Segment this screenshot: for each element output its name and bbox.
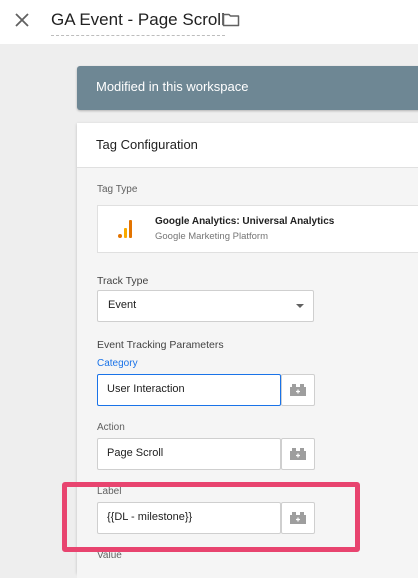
tag-name-title[interactable]: GA Event - Page Scroll	[51, 9, 225, 36]
variable-picker-icon	[290, 448, 306, 460]
category-input[interactable]: User Interaction	[97, 374, 281, 406]
label-value: {{DL - milestone}}	[107, 511, 193, 523]
close-icon[interactable]	[12, 10, 32, 30]
tag-editor-header: GA Event - Page Scroll	[0, 0, 418, 44]
tag-type-selector[interactable]: Google Analytics: Universal Analytics Go…	[97, 205, 418, 253]
tag-configuration-card: Tag Configuration Tag Type Google Analyt…	[77, 123, 418, 578]
track-type-label: Track Type	[97, 275, 149, 287]
label-input[interactable]: {{DL - milestone}}	[97, 502, 281, 534]
tag-type-name: Google Analytics: Universal Analytics	[155, 216, 335, 227]
card-title: Tag Configuration	[96, 137, 198, 152]
dropdown-arrow-icon	[296, 304, 304, 308]
variable-picker-icon	[290, 384, 306, 396]
label-variable-button[interactable]	[281, 502, 315, 534]
action-label: Action	[97, 422, 125, 433]
event-params-heading: Event Tracking Parameters	[97, 339, 224, 351]
folder-icon[interactable]	[222, 11, 240, 29]
google-analytics-icon	[118, 220, 134, 238]
variable-picker-icon	[290, 512, 306, 524]
track-type-value: Event	[108, 299, 137, 311]
tag-type-provider: Google Marketing Platform	[155, 231, 268, 242]
action-input[interactable]: Page Scroll	[97, 438, 281, 470]
banner-text: Modified in this workspace	[96, 79, 249, 94]
category-variable-button[interactable]	[281, 374, 315, 406]
tag-type-label: Tag Type	[97, 184, 138, 195]
label-label: Label	[97, 486, 122, 497]
category-value: User Interaction	[107, 383, 185, 395]
workspace-status-banner: Modified in this workspace	[77, 66, 418, 110]
action-variable-button[interactable]	[281, 438, 315, 470]
category-label: Category	[97, 358, 138, 369]
card-body: Tag Type Google Analytics: Universal Ana…	[77, 168, 418, 578]
track-type-select[interactable]: Event	[97, 290, 314, 322]
action-value: Page Scroll	[107, 447, 164, 459]
value-label: Value	[97, 550, 122, 561]
